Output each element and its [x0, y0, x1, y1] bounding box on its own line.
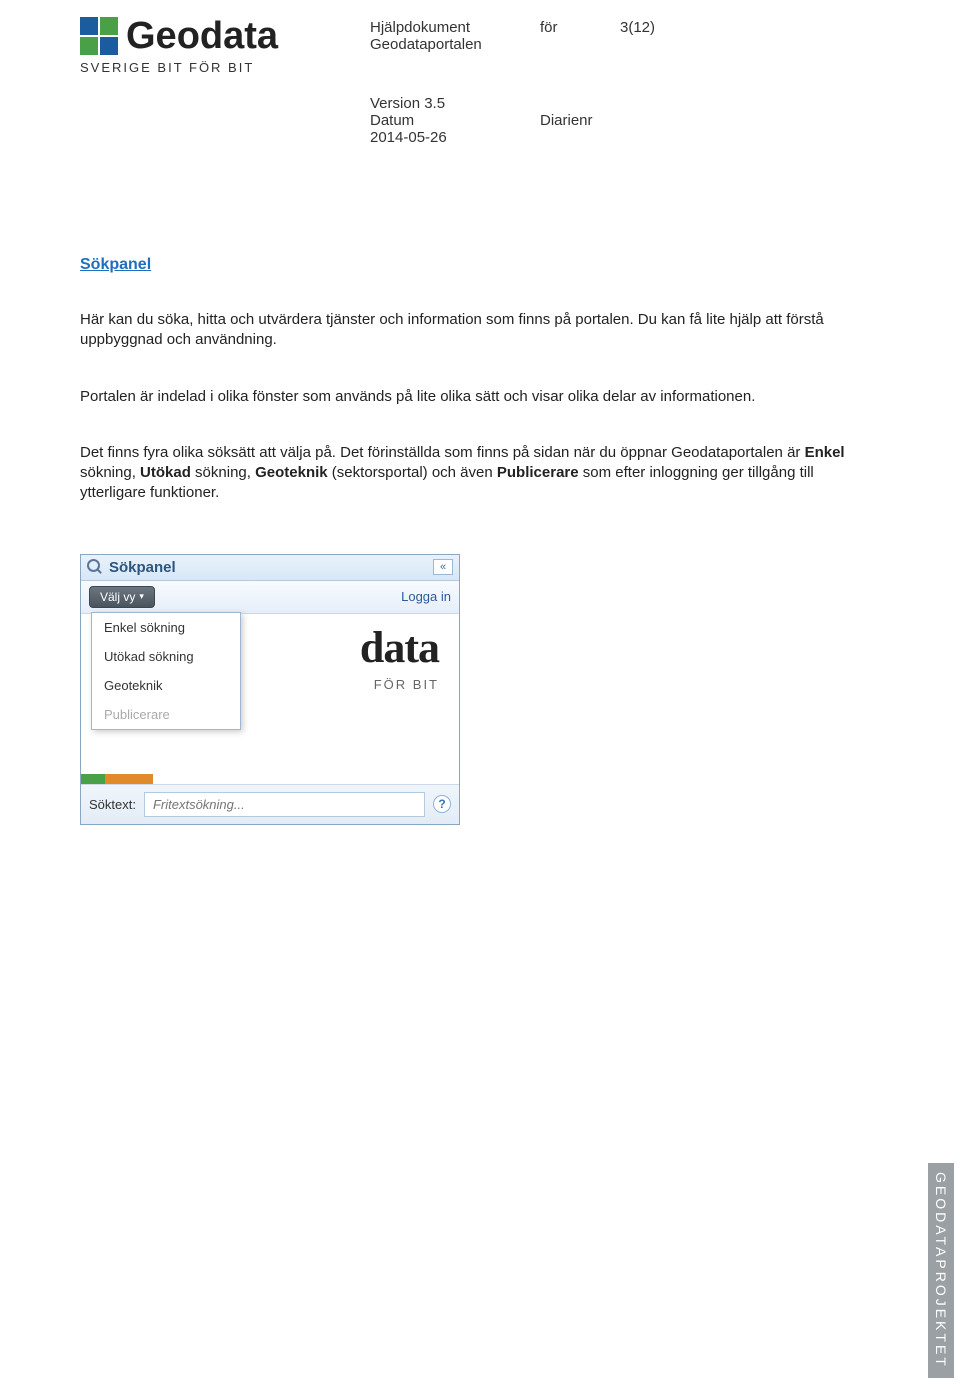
sokpanel-screenshot: Sökpanel « Välj vy ▾ Logga in data FÖR B… — [80, 554, 460, 825]
panel-body: data FÖR BIT Enkel sökning Utökad söknin… — [81, 614, 459, 784]
login-link[interactable]: Logga in — [401, 589, 451, 604]
logo-tagline: SVERIGE BIT FÖR BIT — [80, 60, 370, 75]
section-title: Sökpanel — [80, 256, 880, 274]
side-brand-text: GEODATAPROJEKTET — [933, 1172, 949, 1369]
logo-text: Geodata — [126, 15, 278, 58]
color-strip — [81, 774, 459, 784]
help-icon[interactable]: ? — [433, 795, 451, 813]
menu-item-publicerare[interactable]: Publicerare — [92, 700, 240, 729]
date-label: Datum — [370, 112, 540, 129]
search-label: Söktext: — [89, 797, 136, 812]
select-view-label: Välj vy — [100, 590, 135, 604]
doc-title-line1: Hjälpdokument — [370, 19, 540, 36]
doc-title-block: Hjälpdokument för Geodataportalen — [370, 15, 620, 53]
menu-item-utokad[interactable]: Utökad sökning — [92, 642, 240, 671]
background-logo: data FÖR BIT — [360, 622, 439, 692]
collapse-icon: « — [440, 561, 446, 573]
paragraph-2: Portalen är indelad i olika fönster som … — [80, 387, 880, 407]
logo-block: Geodata SVERIGE BIT FÖR BIT — [80, 15, 370, 75]
version-line: Version 3.5 — [370, 95, 880, 112]
panel-title-text: Sökpanel — [109, 559, 176, 576]
panel-titlebar: Sökpanel « — [81, 555, 459, 581]
document-header: Geodata SVERIGE BIT FÖR BIT Hjälpdokumen… — [80, 15, 880, 75]
search-row: Söktext: ? — [81, 784, 459, 824]
paragraph-3: Det finns fyra olika söksätt att välja p… — [80, 443, 880, 504]
doc-title-for: för — [540, 19, 558, 36]
panel-toolbar: Välj vy ▾ Logga in — [81, 581, 459, 614]
search-icon — [87, 559, 103, 575]
page-indicator: 3(12) — [620, 15, 740, 36]
doc-meta: Version 3.5 Datum Diarienr 2014-05-26 — [370, 95, 880, 146]
side-brand-badge: GEODATAPROJEKTET — [928, 1163, 954, 1378]
doc-title-line2: Geodataportalen — [370, 36, 620, 53]
select-view-button[interactable]: Välj vy ▾ — [89, 586, 155, 608]
search-input[interactable] — [144, 792, 425, 817]
date-value: 2014-05-26 — [370, 129, 880, 146]
chevron-down-icon: ▾ — [139, 591, 144, 602]
menu-item-geoteknik[interactable]: Geoteknik — [92, 671, 240, 700]
diarienr-label: Diarienr — [540, 112, 593, 129]
geodata-logo-icon — [80, 17, 120, 57]
collapse-button[interactable]: « — [433, 559, 453, 575]
menu-item-enkel[interactable]: Enkel sökning — [92, 613, 240, 642]
paragraph-1: Här kan du söka, hitta och utvärdera tjä… — [80, 310, 880, 351]
view-dropdown-menu: Enkel sökning Utökad sökning Geoteknik P… — [91, 612, 241, 730]
